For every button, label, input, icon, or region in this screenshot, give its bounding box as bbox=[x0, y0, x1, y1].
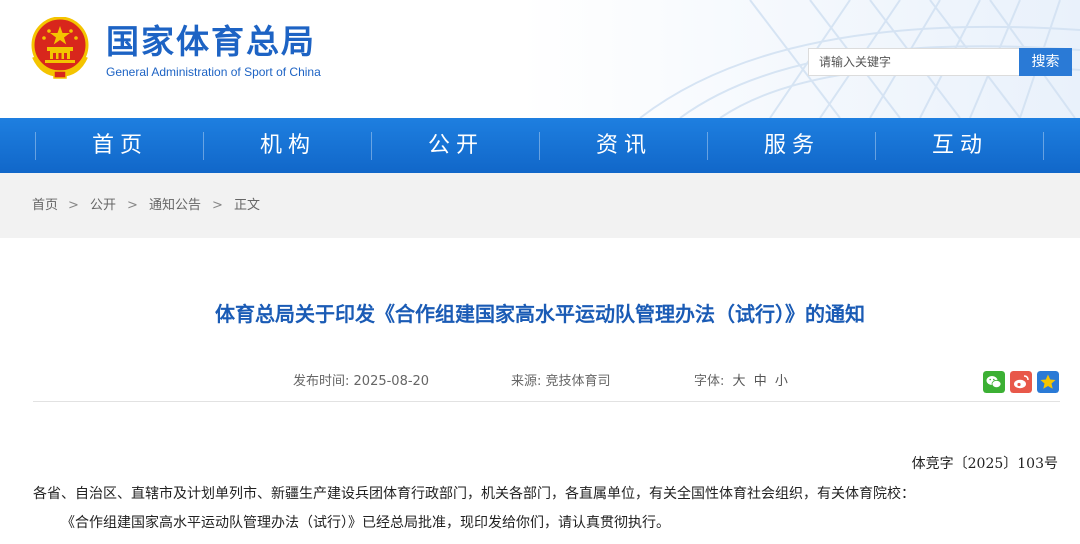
breadcrumb-home[interactable]: 首页 bbox=[32, 173, 58, 238]
font-size-small[interactable]: 小 bbox=[775, 374, 788, 389]
site-name[interactable]: 国家体育总局 bbox=[106, 22, 316, 62]
document-number: 体竞字〔2025〕103号 bbox=[911, 456, 1058, 472]
font-size-switcher: 字体: 大 中 小 bbox=[694, 372, 788, 392]
nav-separator bbox=[1043, 132, 1044, 160]
source-value: 竞技体育司 bbox=[545, 374, 611, 389]
breadcrumb-notices[interactable]: 通知公告 bbox=[149, 173, 201, 238]
breadcrumb-separator: > bbox=[127, 198, 138, 213]
breadcrumb: 首页 > 公开 > 通知公告 > 正文 bbox=[0, 173, 1080, 238]
nav-item-public[interactable]: 公开 bbox=[372, 118, 540, 173]
publish-time: 发布时间: 2025-08-20 bbox=[293, 372, 429, 392]
publish-time-label: 发布时间: bbox=[293, 374, 350, 389]
site-name-english: General Administration of Sport of China bbox=[106, 65, 321, 79]
source-label: 来源: bbox=[511, 374, 542, 389]
nav-item-home[interactable]: 首页 bbox=[36, 118, 204, 173]
nav-item-interaction[interactable]: 互动 bbox=[876, 118, 1044, 173]
breadcrumb-public[interactable]: 公开 bbox=[90, 173, 116, 238]
weibo-icon[interactable] bbox=[1010, 371, 1032, 393]
search-input[interactable] bbox=[808, 48, 1019, 76]
search-button[interactable]: 搜索 bbox=[1019, 48, 1072, 76]
font-size-medium[interactable]: 中 bbox=[754, 374, 767, 389]
breadcrumb-current: 正文 bbox=[234, 198, 261, 213]
breadcrumb-separator: > bbox=[68, 198, 79, 213]
article-paragraph: 《合作组建国家高水平运动队管理办法（试行）》已经总局批准，现印发给你们，请认真贯… bbox=[61, 515, 670, 531]
breadcrumb-separator: > bbox=[212, 198, 223, 213]
content-divider bbox=[33, 401, 1060, 402]
main-nav: 首页 机构 公开 资讯 服务 互动 bbox=[0, 118, 1080, 173]
site-header: 国家体育总局 General Administration of Sport o… bbox=[0, 0, 1080, 118]
publish-time-value: 2025-08-20 bbox=[353, 374, 430, 389]
favorite-icon[interactable] bbox=[1037, 371, 1059, 393]
national-emblem-icon bbox=[31, 17, 89, 79]
font-size-large[interactable]: 大 bbox=[733, 374, 746, 389]
article-paragraph: 各省、自治区、直辖市及计划单列市、新疆生产建设兵团体育行政部门，机关各部门，各直… bbox=[33, 486, 915, 502]
nav-item-services[interactable]: 服务 bbox=[708, 118, 876, 173]
font-size-label: 字体: bbox=[694, 374, 725, 389]
article-source: 来源: 竞技体育司 bbox=[511, 372, 611, 392]
article-title: 体育总局关于印发《合作组建国家高水平运动队管理办法（试行）》的通知 bbox=[215, 302, 865, 326]
wechat-icon[interactable] bbox=[983, 371, 1005, 393]
nav-item-news[interactable]: 资讯 bbox=[540, 118, 708, 173]
nav-item-organization[interactable]: 机构 bbox=[204, 118, 372, 173]
